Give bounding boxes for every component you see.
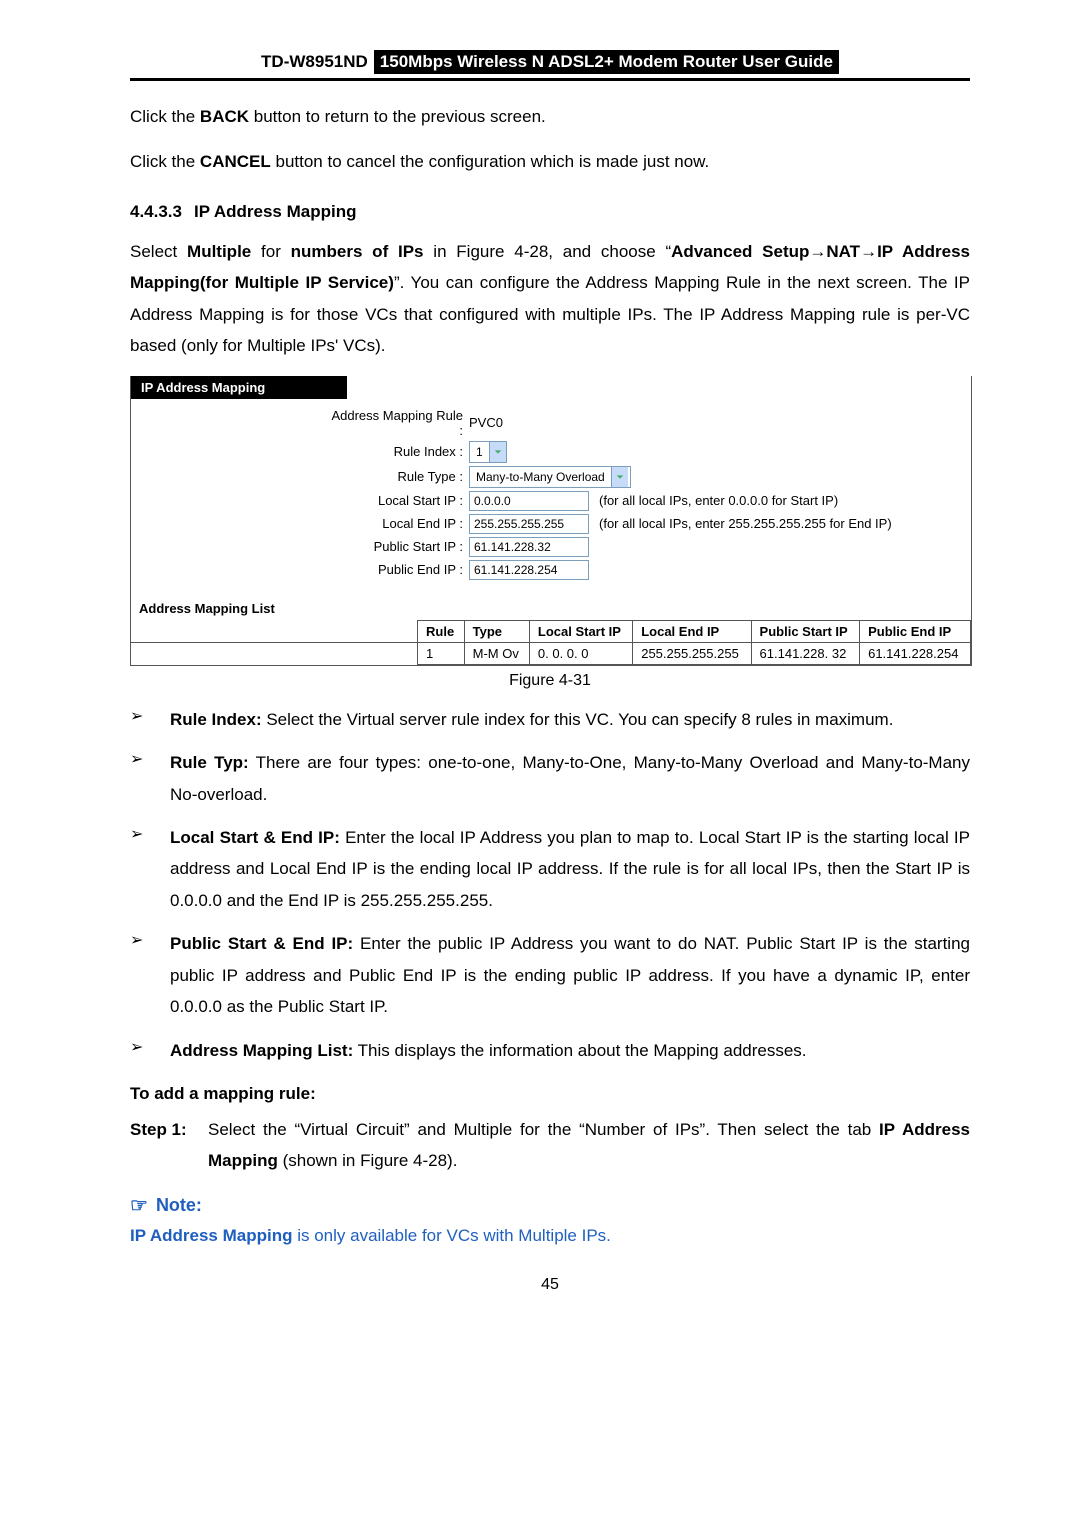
bullet-title: Rule Index:	[170, 710, 262, 729]
col-public-end: Public End IP	[860, 620, 971, 642]
step-label: Step 1:	[130, 1114, 208, 1177]
back-label: BACK	[200, 107, 249, 126]
public-end-input[interactable]: 61.141.228.254	[469, 560, 589, 580]
bullet-title: Rule Typ:	[170, 753, 249, 772]
note-heading: ☞ Note:	[130, 1193, 970, 1218]
bullet-icon: ➢	[130, 704, 170, 735]
paragraph: Select Multiple for numbers of IPs in Fi…	[130, 236, 970, 362]
table-row: 1 M-M Ov 0. 0. 0. 0 255.255.255.255 61.1…	[131, 642, 971, 664]
hand-icon: ☞	[130, 1193, 148, 1218]
public-start-label: Public Start IP :	[331, 539, 469, 554]
doc-header: TD-W8951ND 150Mbps Wireless N ADSL2+ Mod…	[130, 50, 970, 81]
col-type: Type	[464, 620, 529, 642]
bullet-icon: ➢	[130, 1035, 170, 1066]
public-start-input[interactable]: 61.141.228.32	[469, 537, 589, 557]
bullet-text: There are four types: one-to-one, Many-t…	[170, 753, 970, 803]
bullet-icon: ➢	[130, 747, 170, 810]
local-start-hint: (for all local IPs, enter 0.0.0.0 for St…	[599, 493, 838, 508]
panel-tab: IP Address Mapping	[131, 376, 347, 399]
bullet-title: Local Start & End IP:	[170, 828, 340, 847]
paragraph: Click the CANCEL button to cancel the co…	[130, 146, 970, 177]
figure-caption: Figure 4-31	[130, 672, 970, 690]
bullet-title: Public Start & End IP:	[170, 934, 353, 953]
bullet-title: Address Mapping List:	[170, 1041, 353, 1060]
local-start-input[interactable]: 0.0.0.0	[469, 491, 589, 511]
doc-title: 150Mbps Wireless N ADSL2+ Modem Router U…	[374, 50, 839, 74]
local-end-hint: (for all local IPs, enter 255.255.255.25…	[599, 516, 892, 531]
bullet-text: This displays the information about the …	[353, 1041, 806, 1060]
local-end-input[interactable]: 255.255.255.255	[469, 514, 589, 534]
local-end-label: Local End IP :	[331, 516, 469, 531]
addr-rule-label: Address Mapping Rule :	[331, 408, 469, 438]
col-rule: Rule	[418, 620, 465, 642]
bullet-list: ➢ Rule Index: Select the Virtual server …	[130, 704, 970, 1066]
bullet-icon: ➢	[130, 822, 170, 916]
mapping-list-table: Rule Type Local Start IP Local End IP Pu…	[131, 620, 971, 665]
note-label: Note:	[156, 1195, 202, 1216]
bullet-text: Select the Virtual server rule index for…	[262, 710, 894, 729]
chevron-down-icon	[611, 467, 628, 487]
rule-type-select[interactable]: Many-to-Many Overload	[469, 466, 631, 488]
public-end-label: Public End IP :	[331, 562, 469, 577]
mapping-list-label: Address Mapping List	[131, 593, 971, 620]
col-local-end: Local End IP	[633, 620, 751, 642]
paragraph: Click the BACK button to return to the p…	[130, 101, 970, 132]
ip-mapping-panel: IP Address Mapping Address Mapping Rule …	[130, 376, 972, 666]
rule-type-label: Rule Type :	[331, 469, 469, 484]
model-number: TD-W8951ND	[261, 52, 368, 72]
step-line: Step 1: Select the “Virtual Circuit” and…	[130, 1114, 970, 1177]
section-heading: 4.4.3.3IP Address Mapping	[130, 202, 970, 222]
col-public-start: Public Start IP	[751, 620, 860, 642]
col-local-start: Local Start IP	[529, 620, 632, 642]
subheading: To add a mapping rule:	[130, 1084, 970, 1104]
rule-index-label: Rule Index :	[331, 444, 469, 459]
addr-rule-value: PVC0	[469, 415, 503, 430]
note-body: IP Address Mapping is only available for…	[130, 1226, 970, 1246]
rule-index-select[interactable]: 1	[469, 441, 507, 463]
chevron-down-icon	[489, 442, 506, 462]
page-number: 45	[130, 1276, 970, 1294]
bullet-icon: ➢	[130, 928, 170, 1022]
local-start-label: Local Start IP :	[331, 493, 469, 508]
cancel-label: CANCEL	[200, 152, 271, 171]
